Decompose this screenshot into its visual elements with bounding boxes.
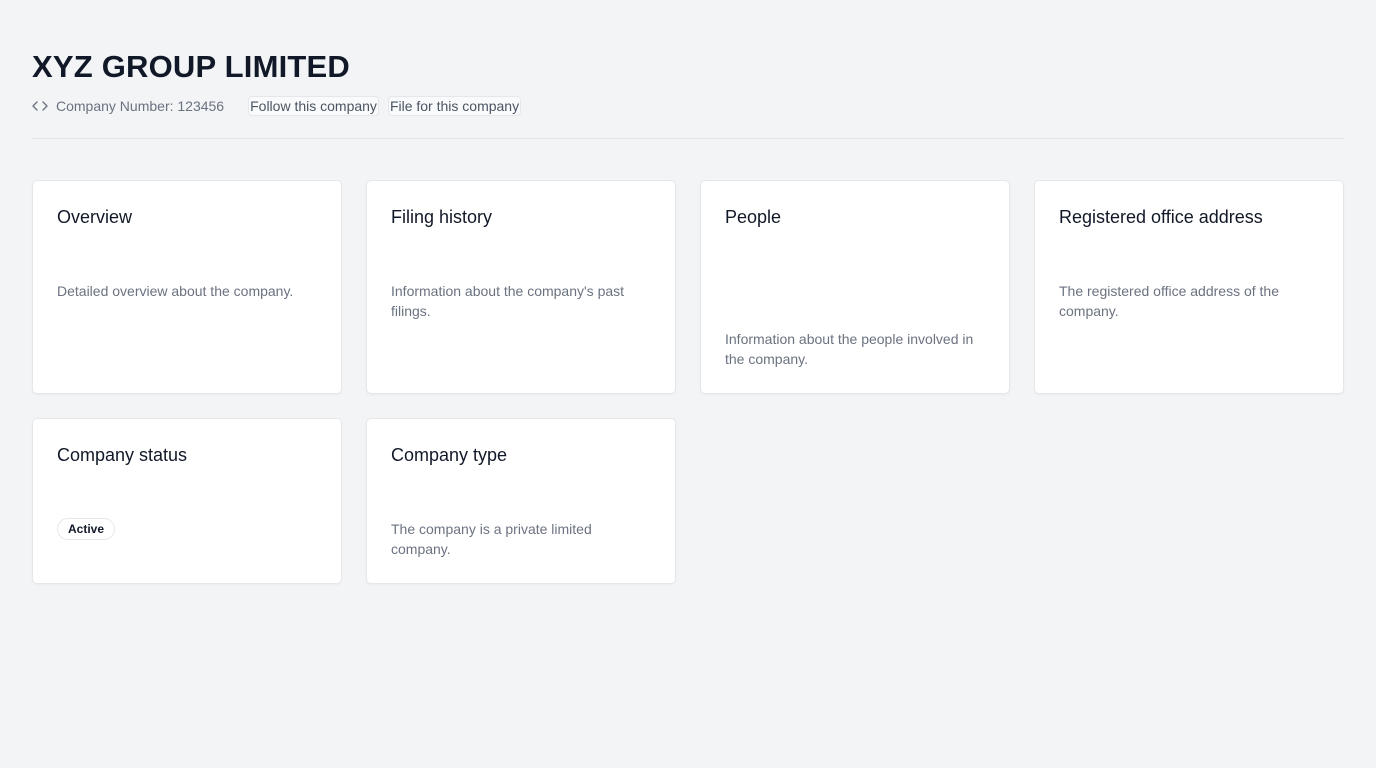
company-type-card[interactable]: Company type The company is a private li… xyxy=(366,418,676,584)
follow-company-button[interactable]: Follow this company xyxy=(248,96,379,116)
card-description: Detailed overview about the company. xyxy=(57,283,294,299)
overview-card[interactable]: Overview Detailed overview about the com… xyxy=(32,180,342,394)
card-description: The company is a private limited company… xyxy=(391,521,592,557)
card-title: Company status xyxy=(57,445,188,465)
filing-history-card[interactable]: Filing history Information about the com… xyxy=(366,180,676,394)
card-description: The registered office address of the com… xyxy=(1059,283,1279,319)
company-number: Company Number: 123456 xyxy=(56,98,225,114)
card-title: Overview xyxy=(57,207,133,227)
card-description: Information about the company's past fil… xyxy=(391,283,625,319)
header-divider xyxy=(32,138,1344,139)
card-title: Company type xyxy=(391,445,508,465)
status-badge: Active xyxy=(57,518,116,540)
card-description: Information about the people involved in… xyxy=(725,331,974,367)
card-title: People xyxy=(725,207,782,227)
company-status-card[interactable]: Company status Active xyxy=(32,418,342,584)
card-title: Registered office address xyxy=(1059,207,1263,227)
company-header: XYZ GROUP LIMITED Company Number: 123456… xyxy=(32,0,1344,117)
people-card[interactable]: People Information about the people invo… xyxy=(700,180,1010,394)
company-page: XYZ GROUP LIMITED Company Number: 123456… xyxy=(0,0,1376,768)
code-icon xyxy=(32,99,50,113)
card-title: Filing history xyxy=(391,207,493,227)
file-for-company-button[interactable]: File for this company xyxy=(387,96,522,116)
company-name-heading: XYZ GROUP LIMITED xyxy=(32,49,351,84)
company-meta-row: Company Number: 123456 Follow this compa… xyxy=(32,95,1344,117)
registered-office-address-card[interactable]: Registered office address The registered… xyxy=(1034,180,1344,394)
company-actions: Follow this company File for this compan… xyxy=(248,96,522,116)
